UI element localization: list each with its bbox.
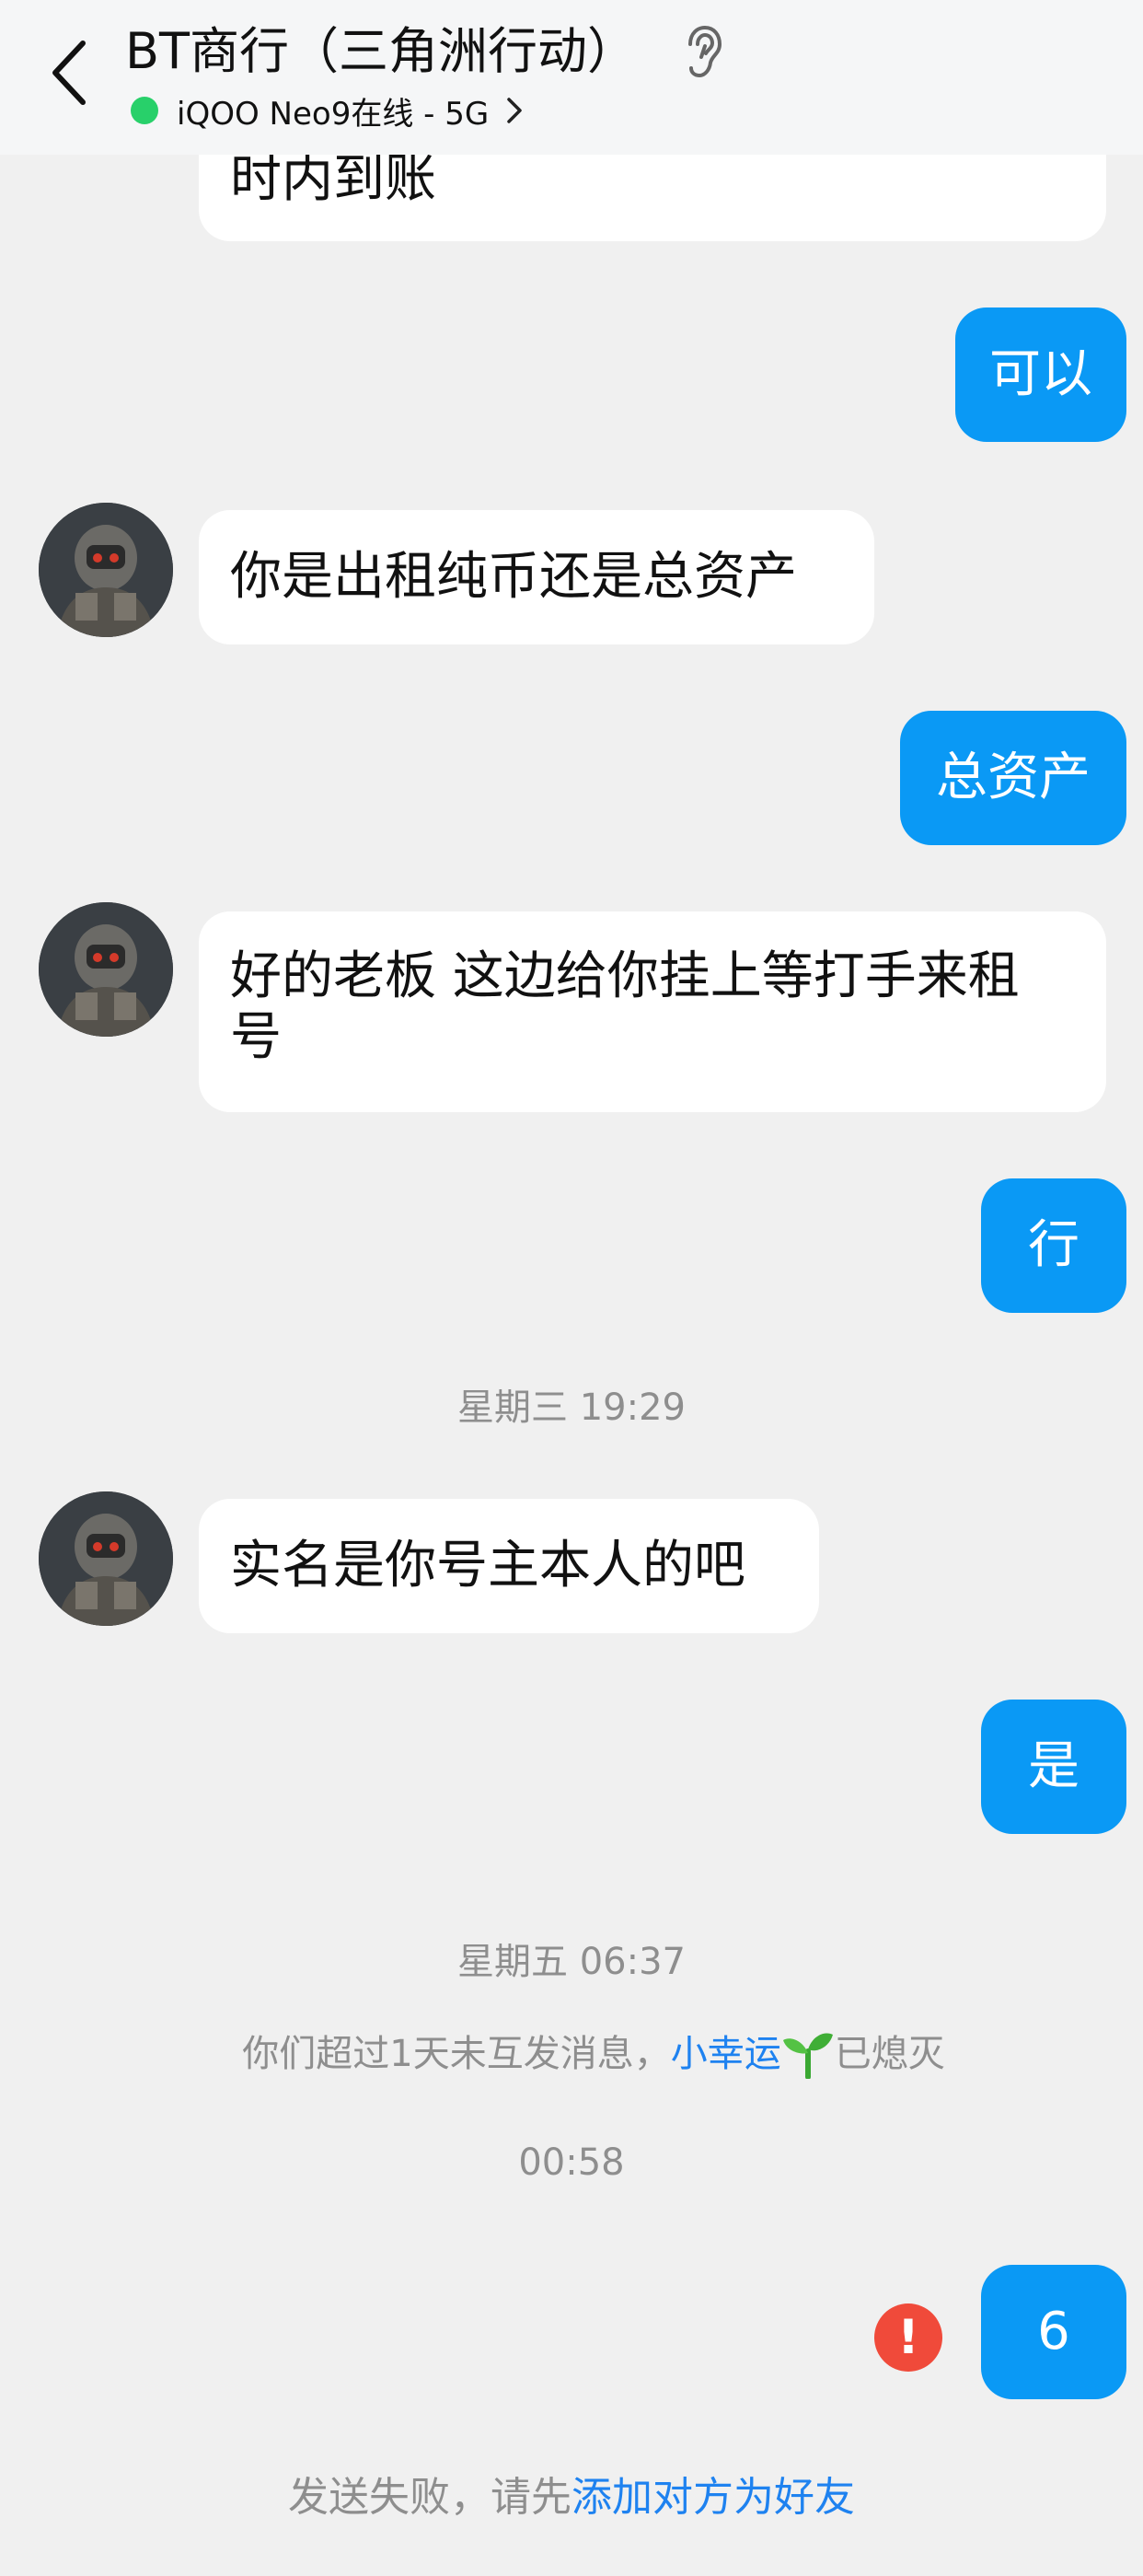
message-text: 可以 — [989, 344, 1092, 404]
chevron-left-icon — [52, 41, 86, 105]
sprout-icon — [782, 2033, 833, 2079]
chat-header: BT商行（三角洲行动） iQOO Neo9在线 - 5G — [0, 0, 1143, 155]
message-text: 行 — [1028, 1215, 1080, 1275]
chat-title[interactable]: BT商行（三角洲行动） — [125, 18, 637, 85]
send-failed-text: 发送失败，请先 — [288, 2474, 572, 2521]
message-text: 你是出租纯币还是总资产 — [230, 547, 797, 607]
contact-avatar[interactable] — [39, 1491, 173, 1626]
timestamp: 00:58 — [518, 2141, 625, 2184]
online-status[interactable]: iQOO Neo9在线 - 5G — [131, 88, 524, 133]
message-bubble-outgoing[interactable]: 可以 — [955, 307, 1126, 442]
contact-avatar[interactable] — [39, 503, 173, 637]
message-bubble-incoming[interactable]: 好的老板 这边给你挂上等打手来租号 — [199, 911, 1106, 1112]
avatar-image — [39, 1491, 173, 1626]
message-bubble-outgoing[interactable]: 6 — [981, 2265, 1126, 2399]
message-text: 好的老板 这边给你挂上等打手来租号 — [230, 946, 1020, 1067]
message-bubble-outgoing[interactable]: 总资产 — [900, 711, 1126, 845]
chat-screen: BT商行（三角洲行动） iQOO Neo9在线 - 5G 时内到账 可以 你是出… — [0, 0, 1143, 2576]
contact-avatar[interactable] — [39, 902, 173, 1037]
streak-link[interactable]: 小幸运 — [671, 2033, 781, 2075]
message-text: 时内到账 — [230, 149, 436, 209]
streak-notice-suffix: 已熄灭 — [834, 2033, 945, 2075]
back-button[interactable] — [37, 35, 101, 110]
message-text: 总资产 — [936, 748, 1091, 807]
streak-notice: 你们超过1天未互发消息，小幸运 已熄灭 — [0, 2024, 1012, 2079]
online-status-text: iQOO Neo9在线 - 5G — [177, 95, 490, 133]
avatar-image — [39, 503, 173, 637]
chevron-right-icon — [507, 98, 522, 123]
add-friend-link[interactable]: 添加对方为好友 — [572, 2474, 855, 2521]
message-bubble-outgoing[interactable]: 行 — [981, 1178, 1126, 1313]
ear-icon[interactable] — [677, 24, 727, 79]
streak-notice-text: 你们超过1天未互发消息， — [242, 2033, 671, 2075]
online-dot — [131, 97, 158, 124]
avatar-image — [39, 902, 173, 1037]
timestamp: 星期三 19:29 — [457, 1387, 686, 1429]
message-bubble-incoming[interactable]: 你是出租纯币还是总资产 — [199, 510, 874, 644]
message-bubble-outgoing[interactable]: 是 — [981, 1700, 1126, 1834]
message-text: 6 — [1037, 2302, 1070, 2361]
send-failed-icon[interactable]: ! — [874, 2303, 942, 2372]
message-text: 实名是你号主本人的吧 — [230, 1536, 745, 1595]
send-failed-notice: 发送失败，请先添加对方为好友 — [0, 2464, 963, 2523]
timestamp: 星期五 06:37 — [457, 1941, 686, 1983]
message-text: 是 — [1028, 1736, 1080, 1796]
message-bubble-incoming[interactable]: 实名是你号主本人的吧 — [199, 1499, 819, 1633]
